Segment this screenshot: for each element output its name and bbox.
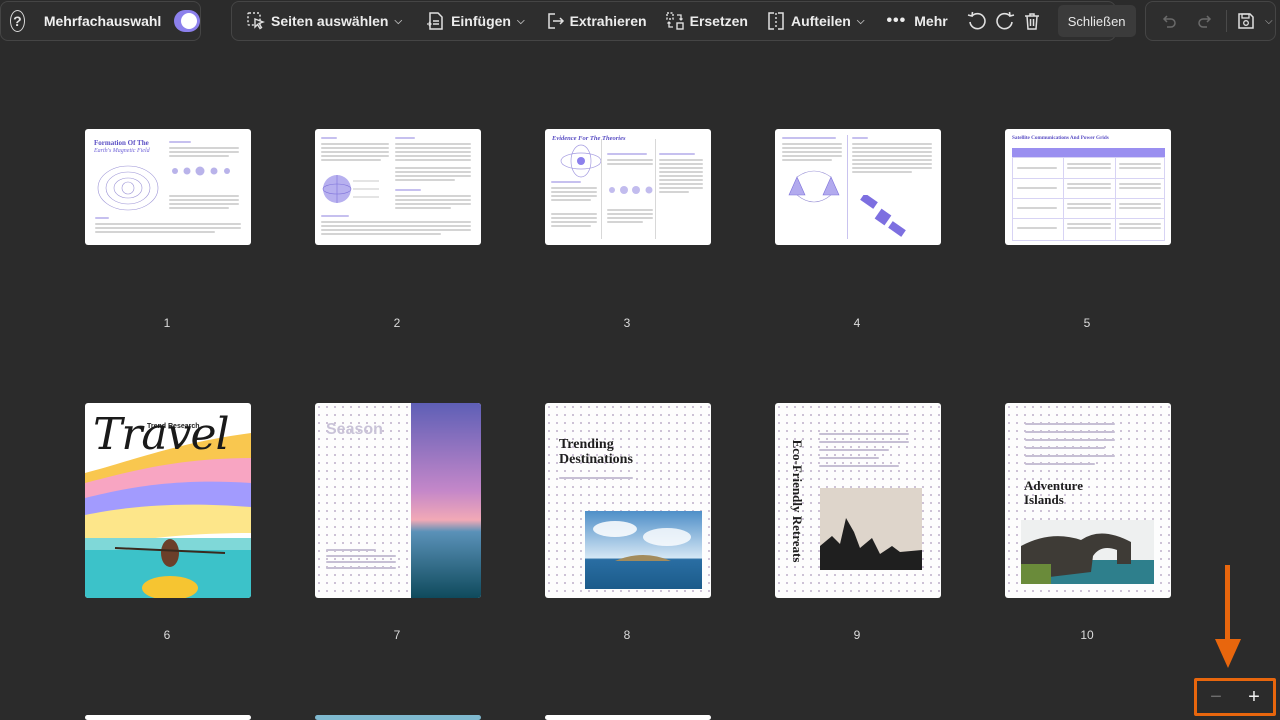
extract-button[interactable]: Extrahieren (539, 6, 653, 36)
magnetic-field-diagram (97, 165, 159, 211)
page-toolbar: Seiten auswählen ⌵ Einfügen ⌵ Extrahiere… (231, 1, 1136, 41)
select-pages-button[interactable]: Seiten auswählen ⌵ (240, 6, 408, 36)
save-icon (1238, 13, 1254, 29)
island-photo (585, 511, 702, 589)
sea-stacks-photo (820, 488, 922, 570)
cursor-select-icon (247, 12, 265, 30)
multi-select-group: ? Mehrfachauswahl (0, 1, 201, 41)
ocean-sunset-photo (411, 403, 481, 598)
insert-page-icon (427, 12, 443, 30)
page-1-title: Formation Of The (94, 139, 149, 147)
extract-label: Extrahieren (569, 13, 647, 29)
more-label: Mehr (914, 13, 948, 29)
help-icon[interactable]: ? (10, 10, 25, 32)
redo-button[interactable] (1190, 6, 1220, 36)
page-thumbnail-4[interactable] (775, 129, 941, 245)
page-thumbnail-11[interactable] (85, 715, 251, 720)
trash-icon (1024, 13, 1039, 30)
column-divider (655, 139, 656, 239)
page-thumbnail-10[interactable]: Adventure Islands (1005, 403, 1171, 598)
page-thumbnail-9[interactable]: Eco-Friendly Retreats (775, 403, 941, 598)
column-divider (847, 135, 848, 239)
replace-icon (665, 12, 684, 30)
page-number: 6 (163, 628, 171, 642)
page-thumbnail-8[interactable]: Trending Destinations (545, 403, 711, 598)
save-button[interactable] (1233, 6, 1259, 36)
column-divider (601, 139, 602, 239)
page-3-title: Evidence For The Theories (552, 135, 626, 142)
split-icon (768, 12, 784, 30)
multi-select-toggle[interactable] (174, 10, 200, 32)
rotate-right-button[interactable] (994, 6, 1016, 36)
delete-button[interactable] (1022, 6, 1042, 36)
insert-label: Einfügen (451, 13, 511, 29)
insert-button[interactable]: Einfügen ⌵ (420, 6, 530, 36)
page-thumbnail-2[interactable] (315, 129, 481, 245)
planet-row-diagram (172, 166, 230, 176)
toolbar-divider (1226, 10, 1227, 32)
planet-row-diagram (609, 186, 653, 194)
rotate-left-button[interactable] (966, 6, 988, 36)
page-number: 7 (393, 628, 401, 642)
page-6-title: Travel (93, 409, 230, 460)
redo-icon (1198, 15, 1212, 28)
split-label: Aufteilen (790, 13, 851, 29)
close-button[interactable]: Schließen (1057, 5, 1136, 37)
page-5-title: Satellite Communications And Power Grids (1012, 135, 1109, 141)
plus-icon[interactable]: + (1248, 687, 1260, 707)
page-9-title: Eco-Friendly Retreats (790, 439, 805, 563)
page-thumbnail-6[interactable]: Trend Research Travel (85, 403, 251, 598)
page-thumbnail-1[interactable]: Formation Of The Earth's Magnetic Field (85, 129, 251, 245)
toggle-knob (181, 13, 197, 29)
page-thumbnail-7[interactable]: Season (315, 403, 481, 598)
more-dots-icon: ••• (886, 12, 907, 29)
page-number: 1 (163, 316, 171, 330)
chevron-down-icon: ⌵ (516, 15, 525, 27)
chevron-down-icon: ⌵ (856, 15, 865, 27)
page-thumbnail-13[interactable] (545, 715, 711, 720)
save-options-chevron-icon[interactable]: ⌵ (1265, 16, 1273, 27)
history-group: ⌵ (1145, 1, 1276, 41)
multi-select-label: Mehrfachauswahl (43, 13, 162, 29)
earth-diagram (322, 175, 379, 203)
table-header (1012, 148, 1165, 157)
rotate-right-icon (995, 11, 1014, 30)
page-thumbnail-12[interactable] (315, 715, 481, 720)
page-7-title: Season (326, 421, 383, 438)
replace-label: Ersetzen (689, 13, 748, 29)
page-number: 2 (393, 316, 401, 330)
page-number: 8 (623, 628, 631, 642)
rock-arch-photo (1021, 520, 1154, 584)
page-thumbnail-5[interactable]: Satellite Communications And Power Grids (1005, 129, 1171, 245)
chevron-down-icon: ⌵ (394, 15, 403, 27)
undo-icon (1162, 15, 1176, 28)
page-number: 5 (1083, 316, 1091, 330)
page-number: 9 (853, 628, 861, 642)
page-8-title: Trending Destinations (559, 437, 633, 467)
page-10-title: Adventure Islands (1024, 478, 1083, 507)
page-number: 10 (1080, 628, 1094, 642)
page-1-subtitle: Earth's Magnetic Field (94, 148, 150, 154)
page-number: 4 (853, 316, 861, 330)
minus-icon[interactable]: − (1210, 687, 1222, 707)
magnet-diagram (788, 170, 840, 203)
select-pages-label: Seiten auswählen (271, 13, 389, 29)
extract-icon (547, 13, 564, 29)
replace-button[interactable]: Ersetzen (659, 6, 754, 36)
zoom-control: − + (1194, 678, 1276, 716)
satellite-illustration (860, 195, 906, 237)
page-number: 3 (623, 316, 631, 330)
rotate-left-icon (967, 11, 986, 30)
undo-button[interactable] (1154, 6, 1184, 36)
more-button[interactable]: ••• Mehr (880, 6, 953, 36)
highlight-arrow-icon (1215, 565, 1241, 668)
page-thumbnail-3[interactable]: Evidence For The Theories (545, 129, 711, 245)
split-button[interactable]: Aufteilen ⌵ (760, 6, 870, 36)
